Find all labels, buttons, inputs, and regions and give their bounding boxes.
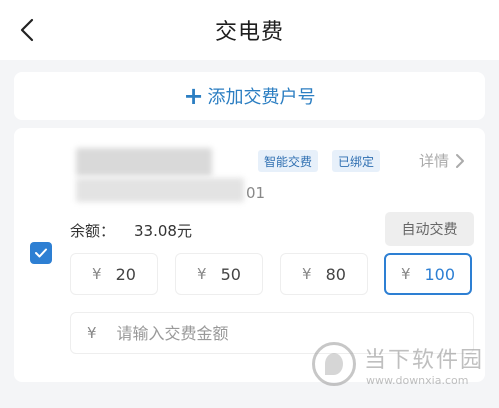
balance-label: 余额： <box>70 222 116 240</box>
detail-label: 详情 <box>419 152 450 170</box>
yen-icon: ¥ <box>302 265 312 283</box>
account-number-redacted <box>76 178 244 202</box>
chevron-left-icon <box>20 18 34 42</box>
detail-link[interactable]: 详情 <box>419 150 465 171</box>
check-icon <box>35 248 47 258</box>
chevron-right-icon <box>456 153 465 168</box>
plus-icon: + <box>183 82 204 110</box>
auto-pay-button[interactable]: 自动交费 <box>385 212 474 246</box>
amount-option-20[interactable]: ¥ 20 <box>70 253 158 295</box>
amount-value: 80 <box>325 264 346 284</box>
amount-option-100[interactable]: ¥ 100 <box>384 253 472 295</box>
account-checkbox[interactable] <box>30 242 52 264</box>
account-name-redacted <box>76 148 212 176</box>
amount-value: 20 <box>115 264 136 284</box>
watermark-url: www.downxia.com <box>366 374 469 387</box>
balance-value: 33.08元 <box>134 222 192 240</box>
watermark-logo-icon <box>312 342 356 386</box>
account-number-suffix: 01 <box>246 184 266 202</box>
smart-pay-tag: 智能交费 <box>258 150 319 172</box>
amount-value: 100 <box>424 264 456 284</box>
watermark-name: 当下软件园 <box>364 348 485 373</box>
amount-value: 50 <box>220 264 241 284</box>
add-account-label: 添加交费户号 <box>207 87 316 108</box>
amount-option-80[interactable]: ¥ 80 <box>280 253 368 295</box>
back-button[interactable] <box>14 16 40 44</box>
yen-icon: ¥ <box>400 265 411 283</box>
yen-icon: ¥ <box>197 265 207 283</box>
watermark: 当下软件园 www.downxia.com <box>312 338 492 394</box>
yen-icon: ¥ <box>87 324 97 342</box>
bound-tag: 已绑定 <box>332 150 381 172</box>
header-bar: 交电费 <box>0 0 499 60</box>
page-title: 交电费 <box>214 20 284 45</box>
amount-option-50[interactable]: ¥ 50 <box>175 253 263 295</box>
add-account-button[interactable]: + 添加交费户号 <box>14 72 485 120</box>
yen-icon: ¥ <box>92 265 102 283</box>
